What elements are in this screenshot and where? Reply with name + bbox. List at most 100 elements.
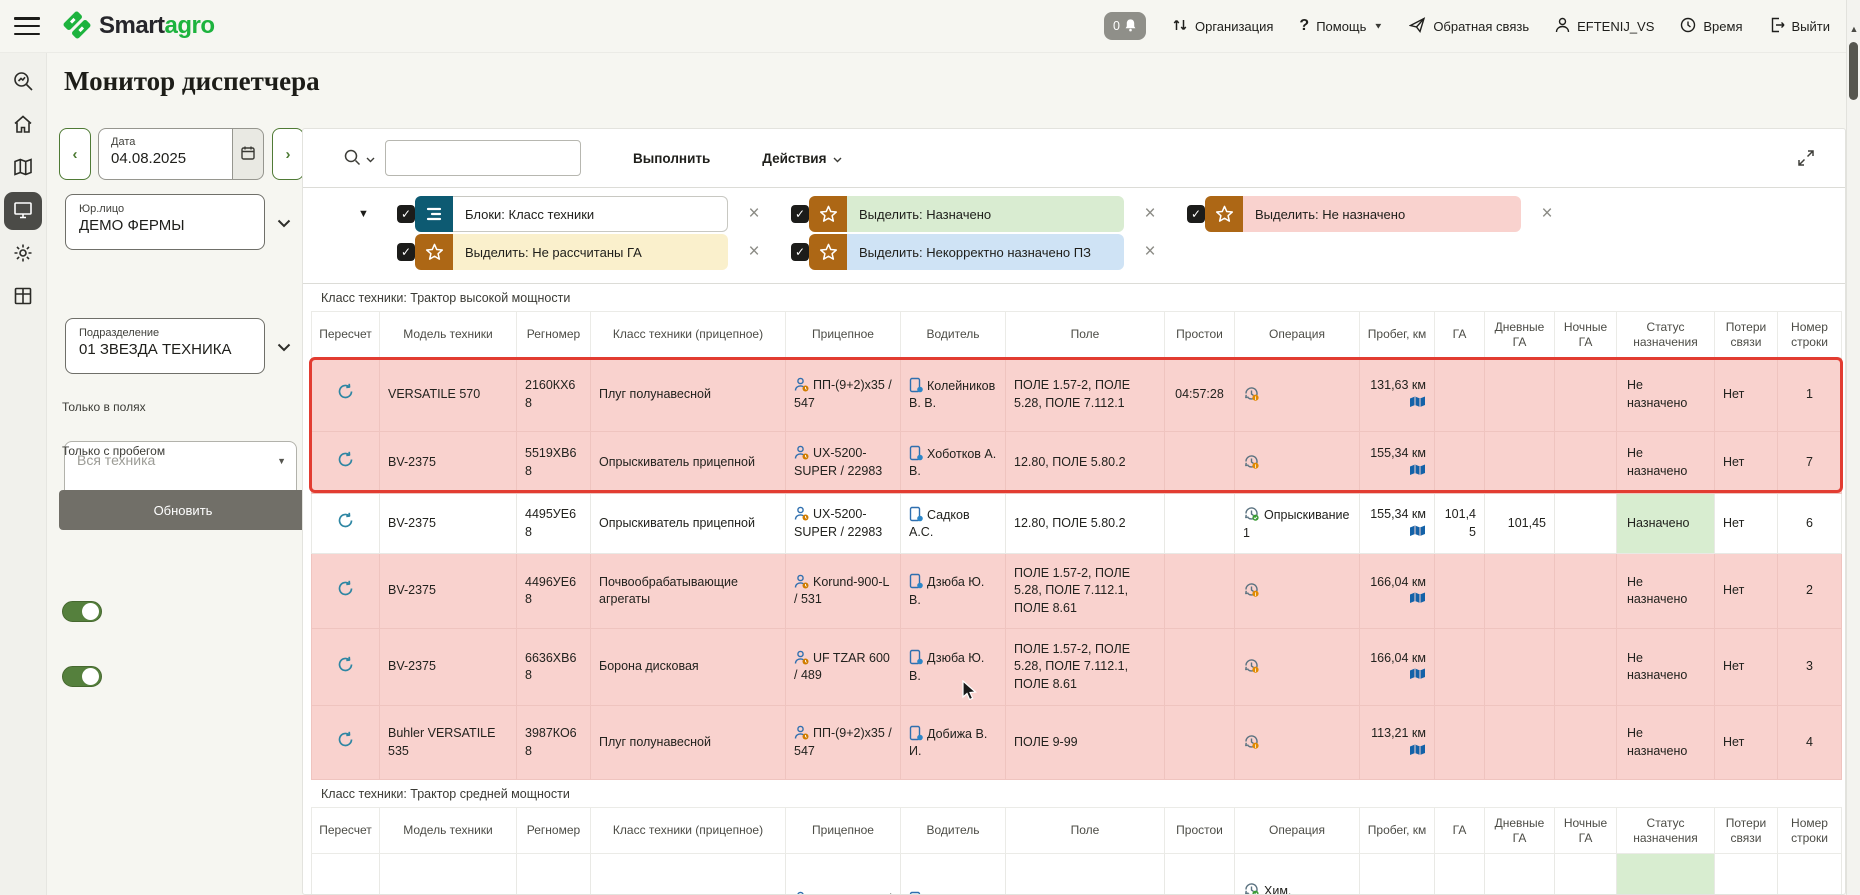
column-header[interactable]: ГА [1435, 312, 1485, 358]
column-header[interactable]: Статус назначения [1617, 312, 1715, 358]
sidebar-item-home[interactable] [4, 106, 42, 144]
recalc-icon[interactable] [312, 432, 380, 494]
track-map-icon[interactable] [1409, 396, 1426, 410]
column-header[interactable]: Простои [1165, 312, 1235, 358]
column-header[interactable]: Водитель [901, 312, 1006, 358]
track-map-icon[interactable] [1409, 668, 1426, 682]
column-header[interactable]: Пробег, км [1360, 808, 1435, 854]
division-select[interactable]: Подразделение 01 ЗВЕЗДА ТЕХНИКА [65, 318, 265, 374]
chip-close-icon[interactable]: × [1540, 203, 1554, 225]
column-header[interactable]: Класс техники (прицепное) [591, 808, 786, 854]
chip-close-icon[interactable]: × [747, 241, 761, 263]
scroll-up-icon[interactable]: ▲ [1847, 24, 1860, 34]
column-header[interactable]: Поле [1006, 312, 1165, 358]
maximize-icon[interactable] [1797, 149, 1815, 170]
column-header[interactable]: Простои [1165, 808, 1235, 854]
chip-checkbox[interactable]: ✓ [1187, 205, 1205, 223]
chip-checkbox[interactable]: ✓ [397, 243, 415, 261]
toggle-only-with-mileage[interactable] [62, 666, 102, 687]
menu-organization[interactable]: Организация [1172, 17, 1273, 36]
filter-chip-highlight[interactable]: Выделить: Некорректно назначено ПЗ [809, 234, 1124, 270]
column-header[interactable]: Прицепное [786, 808, 901, 854]
filter-chip-highlight[interactable]: Выделить: Не рассчитаны ГА [415, 234, 728, 270]
column-header[interactable]: Номер строки [1778, 808, 1842, 854]
app-logo[interactable]: Smartagro [62, 10, 215, 43]
sidebar-item-analytics[interactable] [4, 63, 42, 101]
menu-time-label: Время [1703, 19, 1742, 34]
menu-help[interactable]: ? Помощь ▼ [1299, 17, 1383, 35]
menu-feedback[interactable]: Обратная связь [1409, 17, 1529, 36]
recalc-icon[interactable] [312, 554, 380, 629]
column-header[interactable]: Пересчет [312, 808, 380, 854]
chip-close-icon[interactable]: × [1143, 203, 1157, 225]
recalc-icon[interactable] [312, 706, 380, 780]
cell-operation: i [1235, 629, 1360, 706]
chip-checkbox[interactable]: ✓ [397, 205, 415, 223]
column-header[interactable]: Дневные ГА [1485, 312, 1555, 358]
column-header[interactable]: Водитель [901, 808, 1006, 854]
column-header[interactable]: Модель техники [380, 808, 517, 854]
refresh-button[interactable]: Обновить [59, 490, 307, 530]
column-header[interactable]: Регномер [517, 808, 591, 854]
sidebar-item-monitor[interactable] [4, 192, 42, 230]
date-field[interactable]: Дата 04.08.2025 [98, 128, 232, 180]
column-header[interactable]: Ночные ГА [1555, 312, 1617, 358]
calendar-button[interactable] [232, 128, 264, 180]
column-header[interactable]: Дневные ГА [1485, 808, 1555, 854]
chip-checkbox[interactable]: ✓ [791, 205, 809, 223]
column-header[interactable]: Потери связи [1715, 808, 1778, 854]
recalc-icon[interactable] [312, 629, 380, 706]
date-prev-button[interactable]: ‹ [59, 128, 91, 180]
execute-button[interactable]: Выполнить [633, 151, 710, 166]
column-header[interactable]: Прицепное [786, 312, 901, 358]
column-header[interactable]: Номер строки [1778, 312, 1842, 358]
toggle-only-in-fields[interactable] [62, 601, 102, 622]
sidebar-item-settings[interactable] [4, 235, 42, 273]
column-header[interactable]: ГА [1435, 808, 1485, 854]
search-input[interactable] [385, 140, 581, 176]
vertical-scrollbar[interactable]: ▲ [1846, 0, 1860, 895]
column-header[interactable]: Статус назначения [1617, 808, 1715, 854]
chip-close-icon[interactable]: × [1143, 241, 1157, 263]
chip-close-icon[interactable]: × [747, 203, 761, 225]
recalc-icon[interactable] [312, 358, 380, 432]
column-header[interactable]: Пересчет [312, 312, 380, 358]
menu-time[interactable]: Время [1680, 17, 1742, 36]
search-options-button[interactable] [343, 148, 375, 169]
recalc-icon[interactable] [312, 494, 380, 554]
column-header[interactable]: Операция [1235, 312, 1360, 358]
sidebar-item-reports[interactable] [4, 278, 42, 316]
chip-checkbox[interactable]: ✓ [791, 243, 809, 261]
column-header[interactable]: Операция [1235, 808, 1360, 854]
cell-operation: i [1235, 706, 1360, 780]
menu-user[interactable]: EFTENIJ_VS [1555, 17, 1654, 36]
entity-label: Юр.лицо [79, 203, 264, 215]
column-header[interactable]: Пробег, км [1360, 312, 1435, 358]
collapse-triangle-icon[interactable]: ▼ [358, 208, 397, 220]
track-map-icon[interactable] [1409, 525, 1426, 539]
filter-chip-highlight[interactable]: Выделить: Назначено [809, 196, 1124, 232]
notifications-button[interactable]: 0 [1104, 12, 1146, 40]
track-map-icon[interactable] [1409, 592, 1426, 606]
hamburger-menu-icon[interactable] [14, 17, 40, 35]
cell-field: 12.80, ПОЛЕ 5.80.2 [1006, 494, 1165, 554]
cell-model: BV-2375 [380, 554, 517, 629]
filter-chip-highlight[interactable]: Выделить: Не назначено [1205, 196, 1521, 232]
column-header[interactable]: Класс техники (прицепное) [591, 312, 786, 358]
division-label: Подразделение [79, 327, 264, 339]
column-header[interactable]: Ночные ГА [1555, 808, 1617, 854]
actions-menu-button[interactable]: Действия [762, 151, 842, 166]
track-map-icon[interactable] [1409, 464, 1426, 478]
filter-chip-block[interactable]: Блоки: Класс техники [415, 196, 728, 232]
sidebar-item-map[interactable] [4, 149, 42, 187]
column-header[interactable]: Модель техники [380, 312, 517, 358]
menu-logout[interactable]: Выйти [1769, 17, 1831, 36]
column-header[interactable]: Поле [1006, 808, 1165, 854]
column-header[interactable]: Потери связи [1715, 312, 1778, 358]
date-next-button[interactable]: › [272, 128, 304, 180]
recalc-icon[interactable] [312, 854, 380, 895]
scrollbar-thumb[interactable] [1849, 42, 1858, 100]
column-header[interactable]: Регномер [517, 312, 591, 358]
entity-select[interactable]: Юр.лицо ДЕМО ФЕРМЫ [65, 194, 265, 250]
track-map-icon[interactable] [1409, 744, 1426, 758]
